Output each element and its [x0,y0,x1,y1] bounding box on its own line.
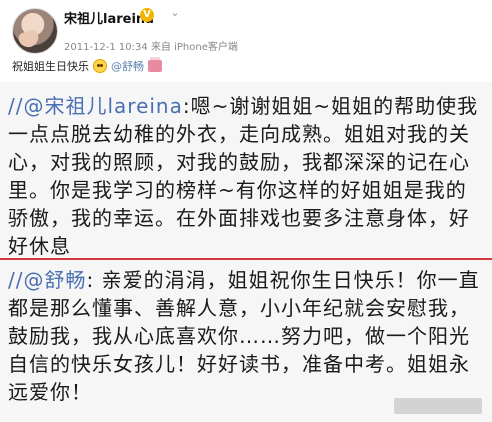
post-timestamp: 2011-12-1 10:34 [64,42,148,53]
verified-badge-icon: V [140,8,154,22]
post-mention-link[interactable]: @舒畅 [111,58,144,74]
comment-2-body: //@舒畅: 亲爱的涓涓，姐姐祝你生日快乐！你一直都是那么懂事、善解人意，小小年… [8,266,484,406]
comment-1-mention-link[interactable]: //@宋祖儿lareina [8,94,183,118]
comment-1-body: //@宋祖儿lareina:嗯~谢谢姐姐~姐姐的帮助使我一点点脱去幼稚的外衣，走… [8,92,484,260]
weibo-post-header: 宋祖儿lareina V ⌄ 2011-12-1 10:34 来自 iPhone… [0,0,492,80]
repost-comment-1: //@宋祖儿lareina:嗯~谢谢姐姐~姐姐的帮助使我一点点脱去幼稚的外衣，走… [0,82,492,258]
comment-2-mention-link[interactable]: //@舒畅 [8,268,86,292]
user-avatar[interactable] [12,8,58,54]
chevron-down-icon[interactable]: ⌄ [168,6,182,20]
post-content: 祝姐姐生日快乐 @舒畅 [12,57,162,74]
post-meta: 2011-12-1 10:34 来自 iPhone客户端 [64,38,238,53]
post-text: 祝姐姐生日快乐 [12,60,89,73]
comment-1-text: :嗯~谢谢姐姐~姐姐的帮助使我一点点脱去幼稚的外衣，走向成熟。姐姐对我的关心，对… [8,94,479,258]
cake-icon [148,57,162,72]
blurred-watermark [394,398,482,414]
post-source: 来自 iPhone客户端 [150,42,238,53]
repost-comment-2: //@舒畅: 亲爱的涓涓，姐姐祝你生日快乐！你一直都是那么懂事、善解人意，小小年… [0,260,492,422]
smile-emoji-icon [93,59,107,73]
